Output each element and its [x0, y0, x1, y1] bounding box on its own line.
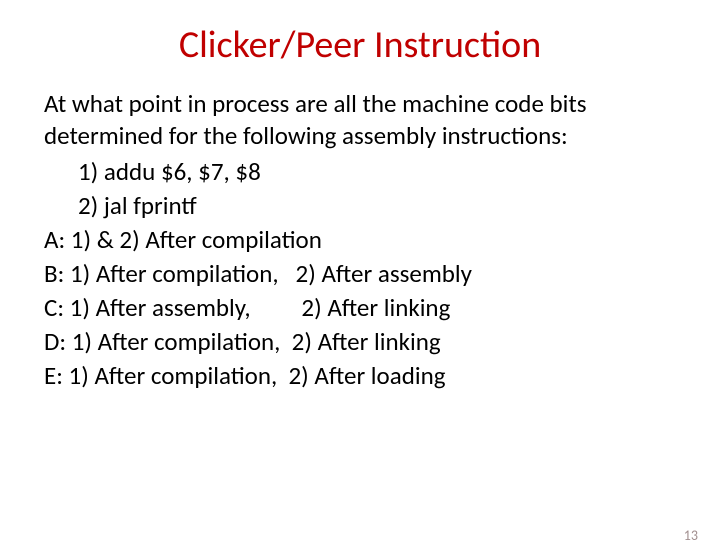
slide-title: Clicker/Peer Instruction	[0, 22, 720, 68]
choice-d: D: 1) After compilation, 2) After linkin…	[44, 326, 676, 358]
instruction-1: 1) addu $6, $7, $8	[78, 156, 676, 188]
slide: Clicker/Peer Instruction At what point i…	[0, 22, 720, 540]
slide-body: At what point in process are all the mac…	[0, 88, 720, 392]
page-number: 13	[684, 527, 698, 540]
choice-e: E: 1) After compilation, 2) After loadin…	[44, 360, 676, 392]
choice-list: A: 1) & 2) After compilation B: 1) After…	[44, 224, 676, 392]
instr2-code: jal fprintf	[104, 190, 197, 221]
instr1-num: 1)	[78, 156, 104, 187]
instruction-2: 2) jal fprintf	[78, 190, 676, 222]
choice-a: A: 1) & 2) After compilation	[44, 224, 676, 256]
choice-b: B: 1) After compilation, 2) After assemb…	[44, 258, 676, 290]
instruction-list: 1) addu $6, $7, $8 2) jal fprintf	[44, 156, 676, 222]
question-text: At what point in process are all the mac…	[44, 88, 676, 152]
instr1-code: addu $6, $7, $8	[104, 156, 261, 187]
choice-c: C: 1) After assembly, 2) After linking	[44, 292, 676, 324]
instr2-num: 2)	[78, 190, 104, 221]
